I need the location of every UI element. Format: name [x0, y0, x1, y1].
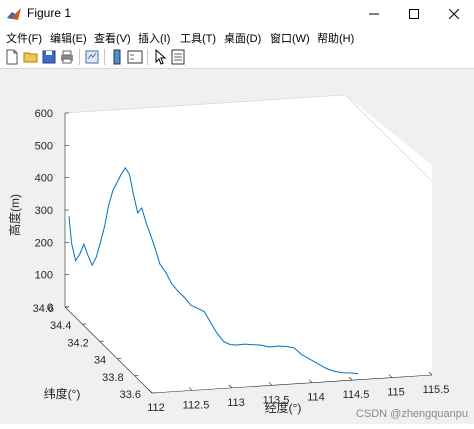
menu-window[interactable]: 窗口(W)	[270, 30, 310, 46]
z-tick-label: 500	[35, 140, 53, 152]
y-tick-label: 34.6	[33, 303, 54, 315]
maximize-button[interactable]	[394, 0, 434, 28]
x-axis-label: 经度(°)	[265, 400, 302, 415]
z-tick-label: 600	[35, 108, 53, 120]
new-figure-icon[interactable]	[3, 48, 21, 66]
menu-insert[interactable]: 插入(I)	[138, 30, 170, 46]
menu-file[interactable]: 文件(F)	[6, 30, 42, 46]
y-tick-label: 34.2	[67, 337, 88, 349]
link-plot-icon[interactable]	[83, 48, 101, 66]
menu-tools[interactable]: 工具(T)	[180, 30, 216, 46]
menu-edit[interactable]: 编辑(E)	[50, 30, 87, 46]
z-tick-label: 100	[35, 270, 53, 282]
toolbar	[0, 46, 474, 69]
x-tick-label: 114.5	[343, 389, 370, 401]
insert-colorbar-icon[interactable]	[108, 48, 126, 66]
window-title: Figure 1	[27, 6, 71, 20]
title-bar[interactable]: Figure 1	[0, 0, 474, 28]
x-tick-label: 112.5	[183, 399, 210, 411]
minimize-icon	[369, 9, 379, 19]
z-tick-label: 200	[35, 237, 53, 249]
y-tick-label: 34.4	[50, 320, 71, 332]
figure-window: Figure 1 文件(F) 编辑(E) 查看(V) 插入(I) 工具(T) 桌…	[0, 0, 474, 424]
property-inspector-icon[interactable]	[169, 48, 187, 66]
toolbar-separator	[147, 49, 148, 65]
menu-help[interactable]: 帮助(H)	[317, 30, 354, 46]
z-tick-label: 300	[35, 205, 53, 217]
y-tick-label: 34	[94, 355, 106, 367]
x-tick-label: 115	[387, 387, 405, 399]
close-icon	[449, 9, 459, 19]
figure-canvas: 0100200300400500600 33.633.83434.234.434…	[0, 69, 474, 424]
edit-plot-icon[interactable]	[151, 48, 169, 66]
z-axis-ticks: 0100200300400500600	[35, 108, 69, 314]
menu-view[interactable]: 查看(V)	[94, 30, 131, 46]
y-tick-label: 33.8	[102, 372, 123, 384]
open-file-icon[interactable]	[22, 48, 40, 66]
watermark-text: CSDN @zhengquanpu	[356, 408, 468, 420]
y-tick-label: 33.6	[120, 389, 141, 401]
y-axis-label: 纬度(°)	[44, 386, 81, 401]
menu-bar: 文件(F) 编辑(E) 查看(V) 插入(I) 工具(T) 桌面(D) 窗口(W…	[0, 28, 474, 46]
matlab-icon	[6, 6, 22, 22]
save-icon[interactable]	[40, 48, 58, 66]
maximize-icon	[409, 9, 419, 19]
z-tick-label: 400	[35, 173, 53, 185]
close-button[interactable]	[434, 0, 474, 28]
print-icon[interactable]	[58, 48, 76, 66]
minimize-button[interactable]	[354, 0, 394, 28]
plot-3d[interactable]: 0100200300400500600 33.633.83434.234.434…	[0, 69, 474, 424]
x-tick-label: 113	[227, 397, 245, 409]
x-tick-label: 114	[307, 392, 325, 404]
toolbar-separator	[79, 49, 80, 65]
x-tick-label: 115.5	[423, 384, 450, 396]
toolbar-separator	[104, 49, 105, 65]
insert-legend-icon[interactable]	[126, 48, 144, 66]
menu-desktop[interactable]: 桌面(D)	[224, 30, 261, 46]
z-axis-label: 高度(m)	[7, 194, 22, 236]
x-tick-label: 112	[147, 402, 165, 414]
axes-box-face	[65, 95, 432, 393]
